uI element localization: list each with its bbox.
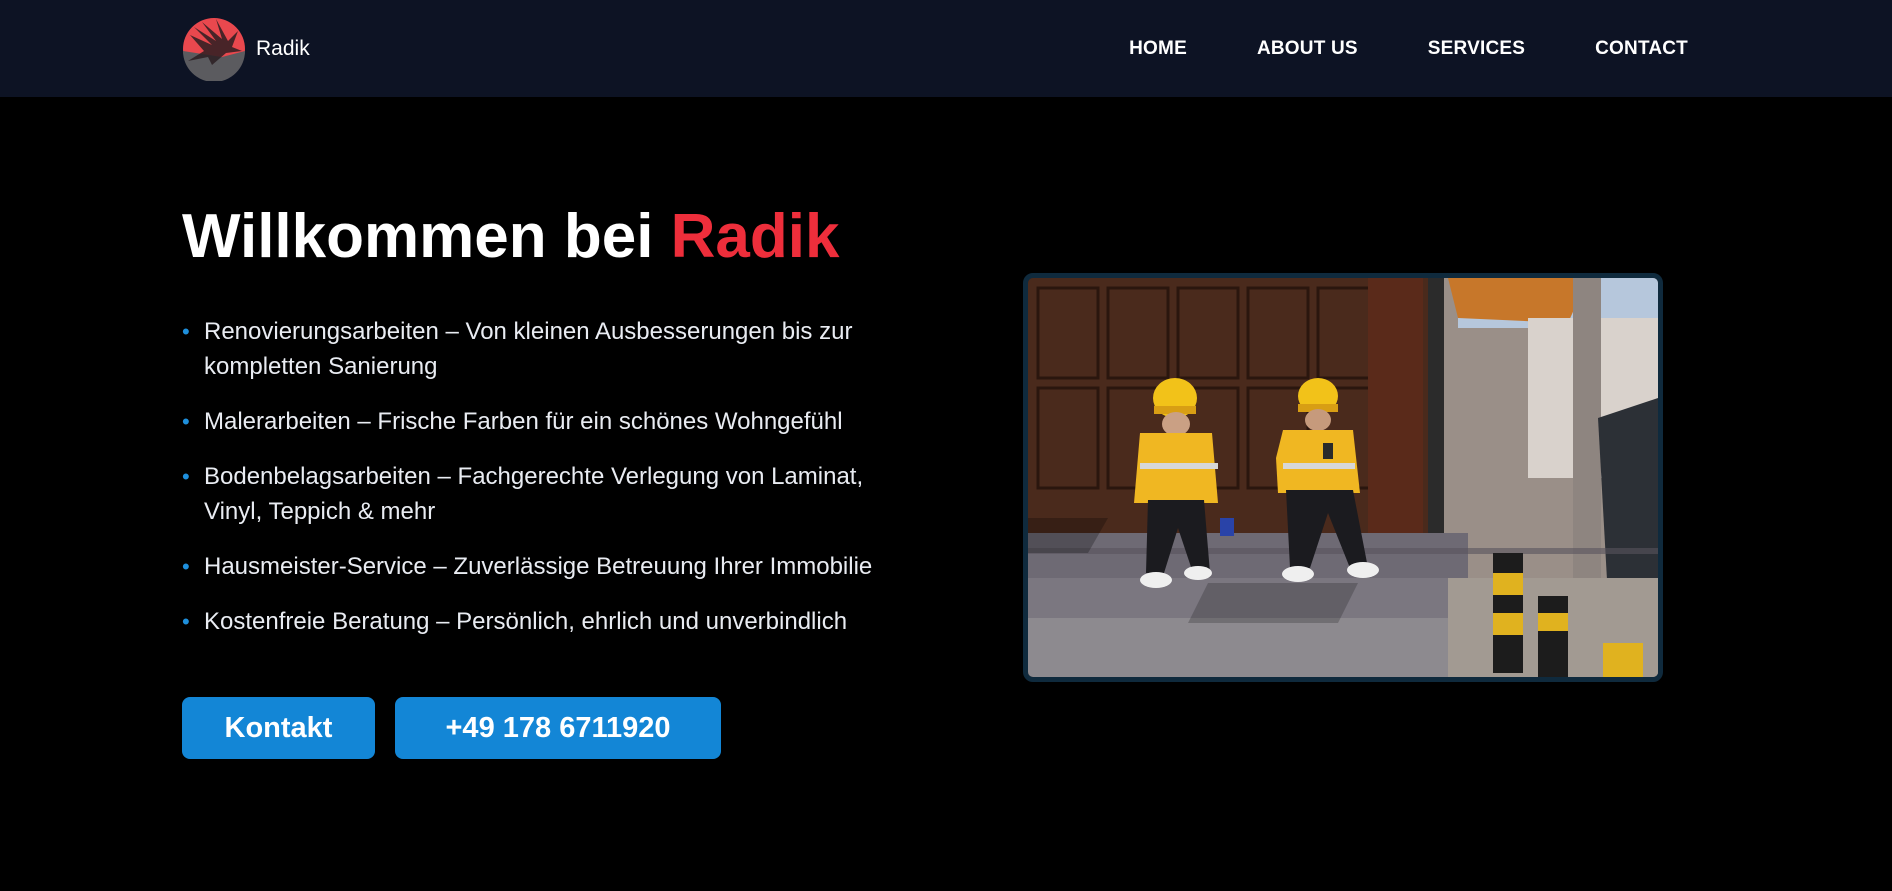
eagle-logo-icon [183, 18, 245, 81]
workers-photo [1028, 278, 1658, 677]
contact-button[interactable]: Kontakt [182, 697, 375, 759]
bullet-icon: • [182, 554, 190, 579]
hero-title: Willkommen bei Radik [182, 200, 840, 274]
feature-item: • Kostenfreie Beratung – Persönlich, ehrl… [182, 604, 902, 639]
nav-about-us[interactable]: ABOUT US [1257, 38, 1358, 60]
nav-home[interactable]: HOME [1129, 38, 1187, 60]
nav-services[interactable]: SERVICES [1428, 38, 1525, 60]
feature-item: • Hausmeister-Service – Zuverlässige Betr… [182, 549, 902, 584]
brand[interactable]: Radik [182, 17, 310, 81]
feature-text: Renovierungsarbeiten – Von kleinen Ausbe… [204, 318, 853, 380]
top-navbar: Radik HOME ABOUT US SERVICES CONTACT [0, 0, 1892, 97]
hero-image [1023, 273, 1663, 682]
feature-text: Hausmeister-Service – Zuverlässige Betre… [204, 553, 873, 580]
feature-text: Malerarbeiten – Frische Farben für ein s… [204, 408, 843, 435]
nav-contact[interactable]: CONTACT [1595, 38, 1688, 60]
bullet-icon: • [182, 464, 190, 489]
bullet-icon: • [182, 609, 190, 634]
feature-text: Kostenfreie Beratung – Persönlich, ehrli… [204, 608, 848, 635]
main-nav: HOME ABOUT US SERVICES CONTACT [1129, 0, 1688, 97]
brand-name: Radik [256, 37, 310, 60]
bullet-icon: • [182, 319, 190, 344]
feature-item: • Renovierungsarbeiten – Von kleinen Ausb… [182, 314, 902, 384]
feature-text: Bodenbelagsarbeiten – Fachgerechte Verle… [204, 463, 864, 525]
feature-list: • Renovierungsarbeiten – Von kleinen Ausb… [182, 314, 902, 659]
feature-item: • Malerarbeiten – Frische Farben für ein … [182, 404, 902, 439]
phone-button[interactable]: +49 178 6711920 [395, 697, 721, 759]
feature-item: • Bodenbelagsarbeiten – Fachgerechte Verl… [182, 459, 902, 529]
hero-title-accent: Radik [670, 202, 840, 271]
bullet-icon: • [182, 409, 190, 434]
hero-title-prefix: Willkommen bei [182, 202, 671, 271]
